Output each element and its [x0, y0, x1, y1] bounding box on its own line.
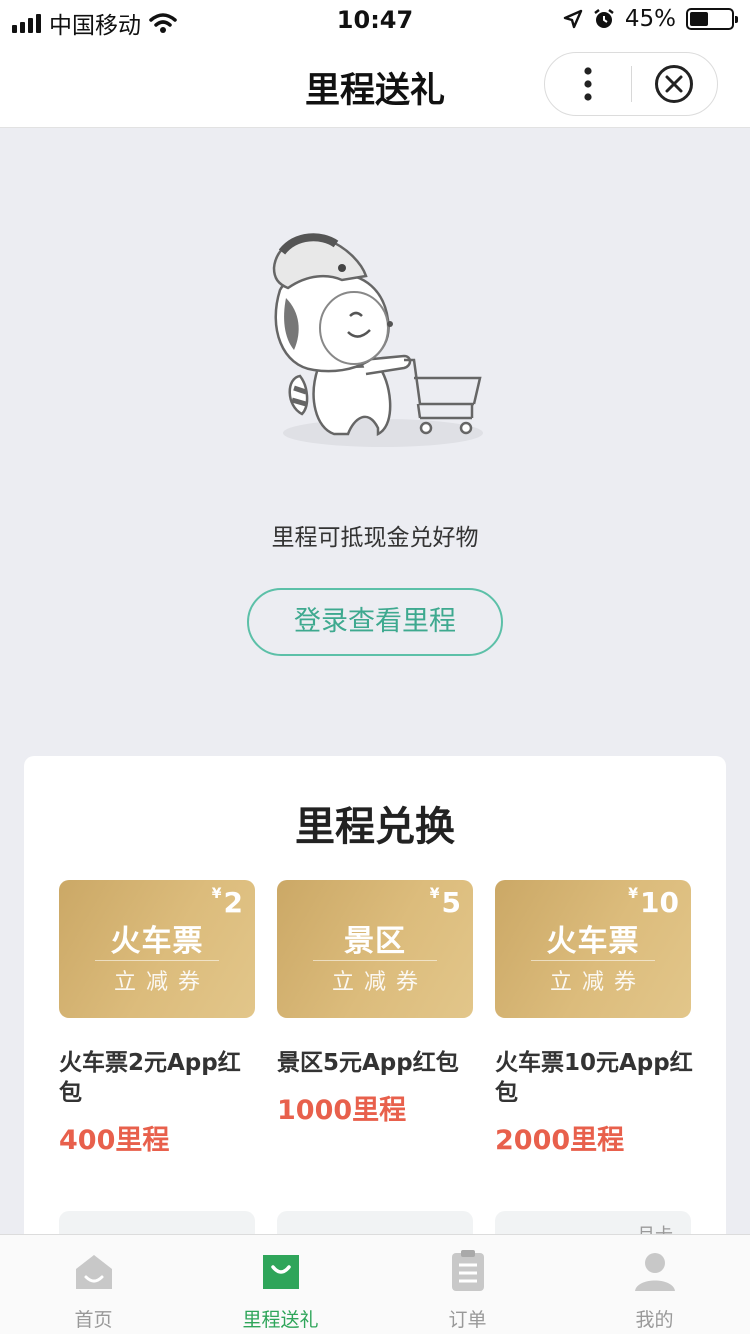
- coupon-divider: [95, 960, 219, 961]
- battery-level: [690, 12, 708, 26]
- item-name: 火车票10元App红包: [495, 1050, 693, 1106]
- battery-percent: 45%: [624, 6, 676, 32]
- coupon-divider: [531, 960, 655, 961]
- user-icon: [635, 1253, 675, 1291]
- tab-home[interactable]: 首页: [0, 1235, 187, 1334]
- mini-program-capsule: [544, 52, 718, 116]
- close-button[interactable]: [632, 52, 718, 116]
- coupon-amount: ¥10: [628, 886, 679, 919]
- coupon-subtitle: 立减券: [549, 970, 646, 995]
- battery-icon: [686, 8, 738, 30]
- nav-bar: 里程送礼: [0, 40, 750, 128]
- tab-label: 我的: [635, 1309, 674, 1331]
- order-list-icon: [452, 1250, 484, 1291]
- coupon-name: 火车票: [110, 924, 204, 959]
- status-right: 45%: [563, 6, 738, 32]
- coupon-card[interactable]: ¥10 火车票 立减券: [495, 880, 691, 1018]
- coupon-name: 火车票: [546, 924, 640, 959]
- item-price: 2000里程: [495, 1125, 625, 1156]
- coupon-amount: ¥2: [212, 886, 243, 919]
- currency-symbol: ¥: [429, 886, 440, 902]
- exchange-section-title: 里程兑换: [295, 804, 455, 850]
- coupon-subtitle: 立减券: [113, 970, 210, 995]
- exchange-item-scenic-5[interactable]: ¥5 景区 立减券 景区5元App红包 1000里程: [277, 880, 473, 1127]
- status-bar: 中国移动 10:47 45%: [0, 0, 750, 40]
- coupon-amount: ¥5: [430, 886, 461, 919]
- close-circle-icon: [655, 65, 694, 103]
- currency-symbol: ¥: [628, 886, 639, 902]
- login-prompt-section: 里程可抵现金兑好物 登录查看里程: [0, 128, 750, 728]
- mileage-hint-text: 里程可抵现金兑好物: [271, 525, 479, 551]
- coupon-divider: [313, 960, 437, 961]
- coupon-amount-value: 2: [223, 886, 243, 919]
- mileage-exchange-card: 里程兑换 ¥2 火车票 立减券 火车票2元App红包 400里程 ¥5 景区 立…: [24, 756, 726, 1276]
- tab-profile[interactable]: 我的: [561, 1235, 748, 1334]
- coupon-amount-value: 10: [640, 886, 679, 919]
- tab-label: 订单: [448, 1309, 487, 1331]
- mascot-shopping-cart-illustration: [272, 233, 483, 447]
- coupon-card[interactable]: ¥5 景区 立减券: [277, 880, 473, 1018]
- login-view-mileage-button[interactable]: 登录查看里程: [247, 588, 503, 656]
- tab-label: 里程送礼: [242, 1309, 319, 1331]
- tab-label: 首页: [74, 1309, 113, 1331]
- tab-orders[interactable]: 订单: [374, 1235, 561, 1334]
- item-name: 景区5元App红包: [277, 1050, 459, 1076]
- exchange-item-train-2[interactable]: ¥2 火车票 立减券 火车票2元App红包 400里程: [59, 880, 255, 1157]
- alarm-icon: [594, 9, 614, 28]
- item-price: 400里程: [59, 1125, 170, 1156]
- more-vertical-icon: [584, 67, 592, 101]
- currency-symbol: ¥: [211, 886, 222, 902]
- bottom-tab-bar: 首页 里程送礼 订单 我的: [0, 1234, 750, 1334]
- more-button[interactable]: [545, 52, 631, 116]
- tab-mileage-gift[interactable]: 里程送礼: [187, 1235, 374, 1334]
- home-icon: [76, 1255, 112, 1289]
- coupon-name: 景区: [344, 924, 406, 959]
- item-price: 1000里程: [277, 1095, 407, 1126]
- coupon-subtitle: 立减券: [331, 970, 428, 995]
- item-name: 火车票2元App红包: [59, 1050, 241, 1106]
- coupon-card[interactable]: ¥2 火车票 立减券: [59, 880, 255, 1018]
- shopping-bag-icon: [263, 1255, 299, 1289]
- location-arrow-icon: [563, 9, 583, 29]
- exchange-item-train-10[interactable]: ¥10 火车票 立减券 火车票10元App红包 2000里程: [495, 880, 693, 1157]
- coupon-amount-value: 5: [441, 886, 461, 919]
